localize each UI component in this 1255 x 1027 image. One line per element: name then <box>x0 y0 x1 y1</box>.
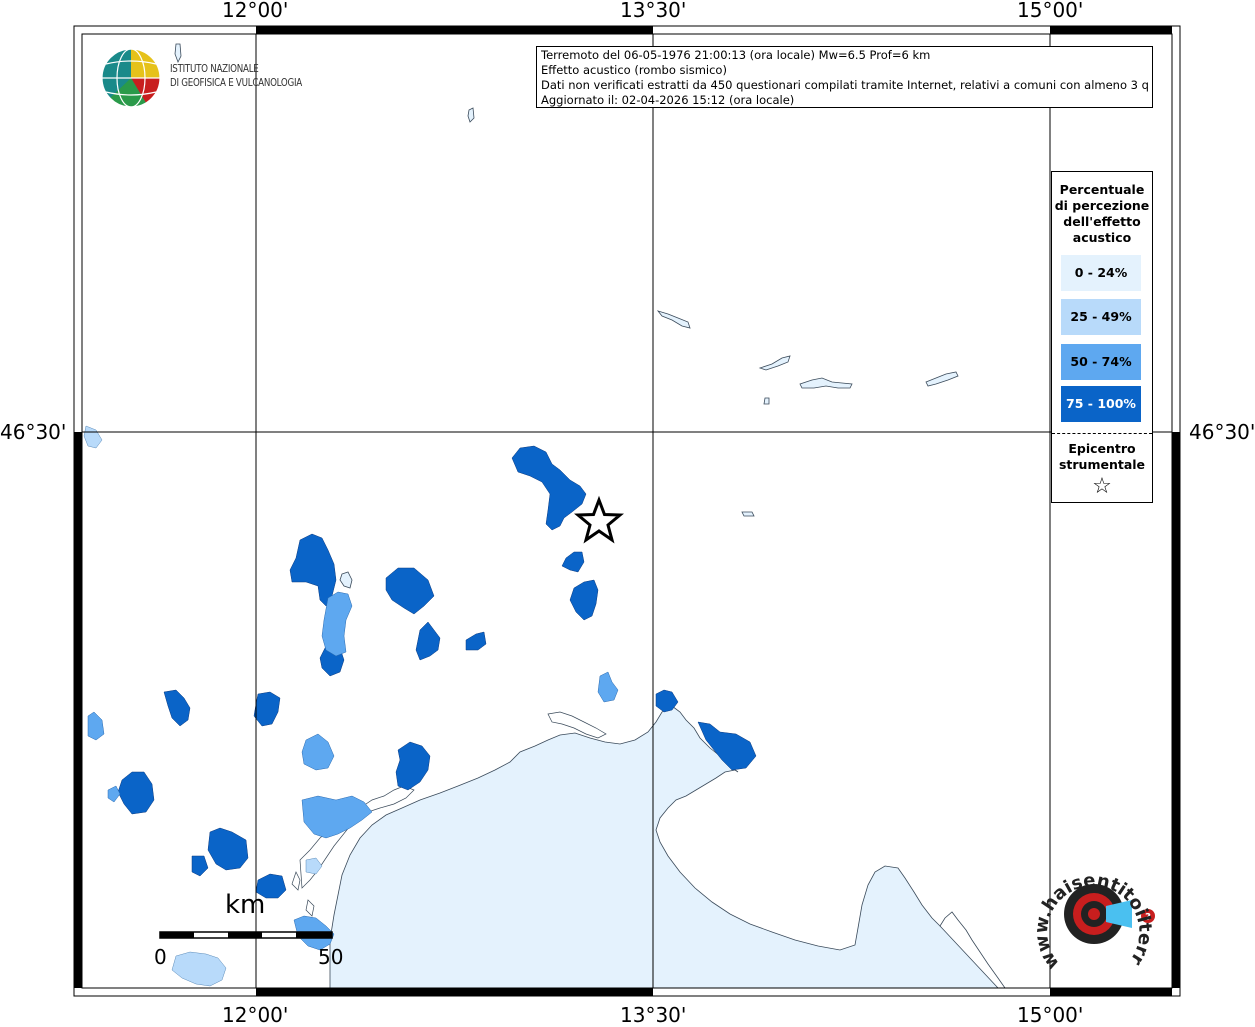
institute-name: ISTITUTO NAZIONALE DI GEOFISICA E VULCAN… <box>170 62 302 90</box>
legend-title-line-1: Percentuale <box>1059 182 1145 197</box>
event-info-box: Terremoto del 06-05-1976 21:00:13 (ora l… <box>536 46 1153 108</box>
lat-label-right: 46°30' <box>1189 420 1255 444</box>
lon-label-bottom-2: 13°30' <box>620 1003 687 1027</box>
event-info-line-1: Terremoto del 06-05-1976 21:00:13 (ora l… <box>541 48 931 62</box>
event-info-line-3: Dati non verificati estratti da 450 ques… <box>541 78 1148 92</box>
scale-start: 0 <box>154 945 167 969</box>
scale-unit: km <box>225 890 266 920</box>
legend-separator <box>1052 433 1152 434</box>
legend-class-0-24: 0 - 24% <box>1061 255 1141 291</box>
institute-line-1: ISTITUTO NAZIONALE <box>170 62 259 75</box>
event-info-line-4: Aggiornato il: 02-04-2026 15:12 (ora loc… <box>541 93 795 107</box>
institute-line-2: DI GEOFISICA E VULCANOLOGIA <box>170 76 302 89</box>
legend-epicenter-label: Epicentro strumentale <box>1052 441 1152 473</box>
ingv-logo-icon <box>101 48 161 108</box>
lon-label-top-3: 15°00' <box>1017 0 1084 22</box>
event-info-line-2: Effetto acustico (rombo sismico) <box>541 63 727 77</box>
lon-label-bottom-1: 12°00' <box>222 1003 289 1027</box>
lon-label-top-2: 13°30' <box>620 0 687 22</box>
lon-label-bottom-3: 15°00' <box>1017 1003 1084 1027</box>
lon-label-top-1: 12°00' <box>222 0 289 22</box>
intensity-map: ? www.haisentitoilterremoto.it <box>0 0 1181 997</box>
legend-class-25-49: 25 - 49% <box>1061 299 1141 335</box>
legend-epicenter-line-1: Epicentro <box>1068 441 1136 456</box>
legend-star-icon: ☆ <box>1092 474 1112 499</box>
scale-end: 50 <box>318 945 344 969</box>
legend-class-50-74: 50 - 74% <box>1061 344 1141 380</box>
legend-title-line-4: acustico <box>1072 230 1132 245</box>
legend-title: Percentuale di percezione dell'effetto a… <box>1052 182 1152 246</box>
legend-class-75-100: 75 - 100% <box>1061 386 1141 422</box>
legend-epicenter-line-2: strumentale <box>1058 457 1146 472</box>
lat-label-left: 46°30' <box>0 420 67 444</box>
scale-bar <box>159 931 333 939</box>
legend-title-line-3: dell'effetto <box>1063 214 1141 229</box>
legend: Percentuale di percezione dell'effetto a… <box>1051 171 1153 503</box>
legend-title-line-2: di percezione <box>1054 198 1150 213</box>
